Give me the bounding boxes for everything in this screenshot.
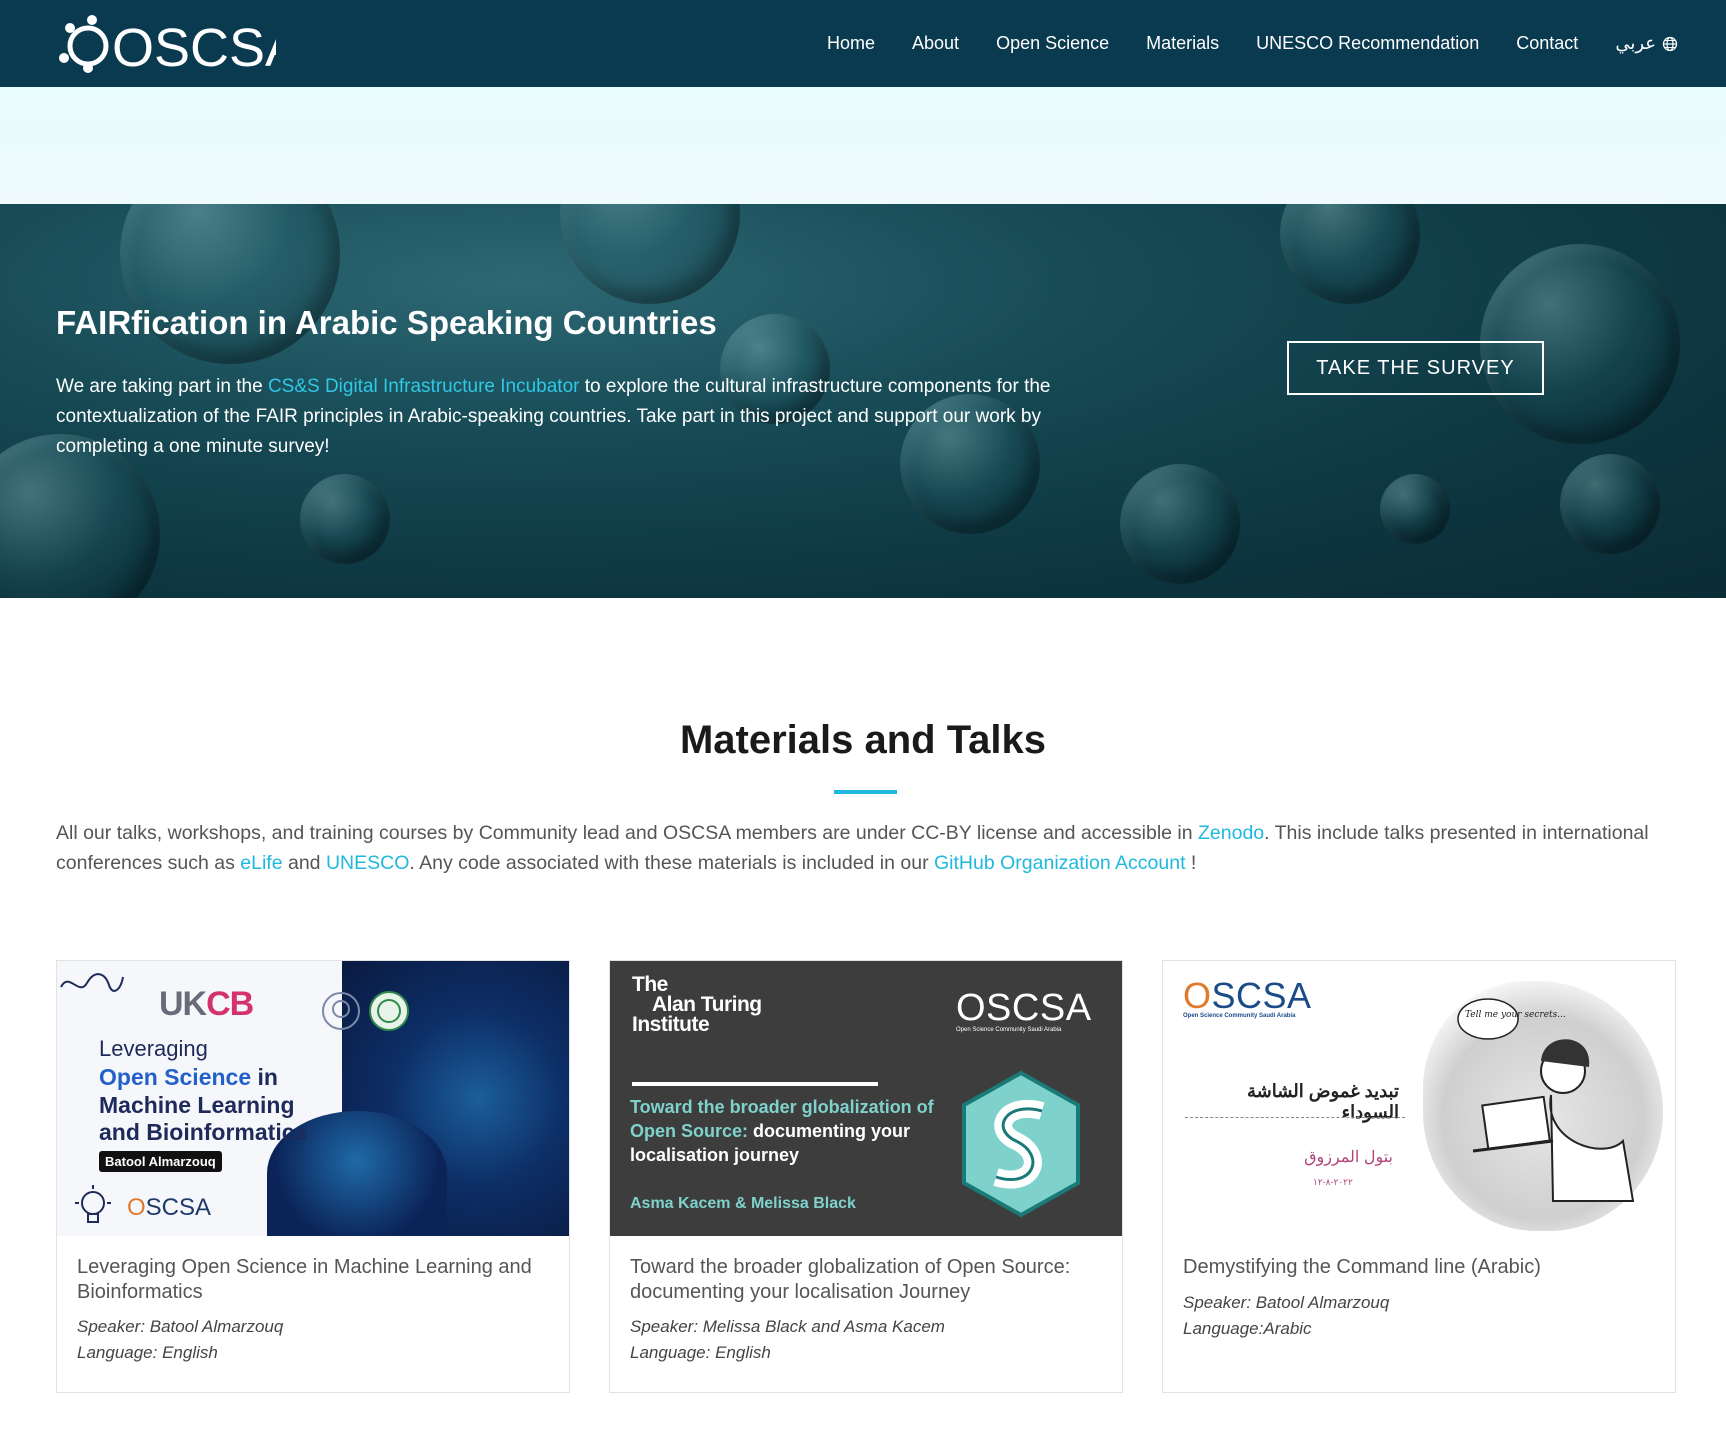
talk-card[interactable]: UKCB Leveraging Open Science in Machine … (56, 960, 570, 1393)
turing-line-1: The (632, 973, 668, 996)
lightbulb-icon (75, 1185, 111, 1223)
turing-line-3: Institute (632, 1013, 710, 1036)
arabic-date: ٢٠٢٢-٨-١٢ (1313, 1177, 1353, 1187)
materials-text-4: . Any code associated with these materia… (409, 852, 935, 874)
talk-title[interactable]: Demystifying the Command line (Arabic) (1183, 1255, 1653, 1280)
person-laptop-icon: Tell me your secrets... (1457, 998, 1635, 1202)
thumb-talk-title: Toward the broader globalization of Open… (630, 1095, 940, 1167)
conference-name: UK (159, 985, 207, 1023)
talk-speaker: Speaker: Batool Almarzouq (77, 1317, 284, 1336)
thumb-line-1: Leveraging (99, 1036, 208, 1061)
partner-logos-icon (322, 991, 409, 1031)
mini-logo-rest: SCSA (145, 1194, 212, 1221)
oscsa-logo-text: OSCSA (956, 987, 1092, 1029)
thumb-line-4: and Bioinformatics (99, 1119, 308, 1145)
hero-bubble-decor (560, 204, 740, 304)
take-survey-button[interactable]: TAKE THE SURVEY (1287, 341, 1544, 395)
squiggle-icon (60, 973, 124, 992)
oscsa-mini-logo: OSCSA (127, 1194, 211, 1222)
oscsa-logo-subtitle: Open Science Community Saudi Arabia (956, 1027, 1062, 1033)
hero-bubble-decor (1280, 204, 1420, 304)
oscsa-logo-subtitle: Open Science Community Saudi Arabia (1183, 1013, 1296, 1019)
materials-text-1: All our talks, workshops, and training c… (56, 822, 1199, 844)
talk-speaker: Speaker: Melissa Black and Asma Kacem (630, 1317, 945, 1336)
arabic-speaker: بتول المرزوق (1304, 1149, 1393, 1166)
talk-language: Language: English (630, 1343, 771, 1362)
talk-thumbnail[interactable]: UKCB Leveraging Open Science in Machine … (57, 961, 569, 1236)
turing-way-badge-icon (962, 1070, 1080, 1218)
hero-bubble-decor (1380, 474, 1450, 544)
thumb-accent: Open Science (99, 1064, 252, 1090)
nav-contact[interactable]: Contact (1516, 33, 1578, 54)
main-menu: Home About Open Science Materials UNESCO… (790, 0, 1678, 87)
hero-bubble-decor (1560, 454, 1660, 554)
hero-bubble-decor (300, 474, 390, 564)
hero-title: FAIRfication in Arabic Speaking Countrie… (56, 304, 717, 341)
hero-description: We are taking part in the CS&S Digital I… (56, 372, 1116, 462)
talk-speaker: Speaker: Batool Almarzouq (1183, 1293, 1390, 1312)
hero-bubble-decor (1120, 464, 1240, 584)
talk-thumbnail[interactable]: The Alan Turing Institute OSCSA Open Sci… (610, 961, 1122, 1236)
dotted-line (1185, 1117, 1405, 1118)
light-banner (0, 87, 1726, 204)
top-navbar: OSCSA Home About Open Science Materials … (0, 0, 1726, 87)
materials-text-3: and (282, 852, 326, 874)
speech-bubble-text: Tell me your secrets... (1465, 1010, 1566, 1020)
logo-text: OSCSA (112, 18, 276, 76)
nav-about[interactable]: About (912, 33, 959, 54)
talk-card[interactable]: OSCSA Open Science Community Saudi Arabi… (1162, 960, 1676, 1393)
logo-o: O (1183, 975, 1212, 1016)
materials-heading: Materials and Talks (679, 718, 1047, 762)
conference-accent: CB (206, 985, 254, 1023)
conference-logo: UKCB (159, 985, 254, 1024)
talk-title[interactable]: Leveraging Open Science in Machine Learn… (77, 1255, 547, 1305)
language-label: عربي (1615, 33, 1656, 53)
nav-home[interactable]: Home (827, 33, 875, 54)
talk-language: Language: English (77, 1343, 218, 1362)
language-switcher[interactable]: عربي (1615, 33, 1678, 54)
site-logo[interactable]: OSCSA (56, 10, 276, 76)
nav-unesco-recommendation[interactable]: UNESCO Recommendation (1256, 33, 1479, 54)
talk-language: Language:Arabic (1183, 1319, 1312, 1338)
thumb-line-3: Machine Learning (99, 1092, 295, 1118)
incubator-link[interactable]: CS&S Digital Infrastructure Incubator (268, 376, 580, 397)
globe-icon (1662, 36, 1678, 51)
nav-open-science[interactable]: Open Science (996, 33, 1109, 54)
turing-institute-logo: The Alan Turing Institute (632, 973, 762, 1036)
nav-materials[interactable]: Materials (1146, 33, 1219, 54)
oscsa-logo-icon: OSCSA (59, 15, 276, 76)
thumb-line-2: Open Science in (99, 1064, 278, 1091)
turing-line-2: Alan Turing (652, 993, 762, 1016)
logo-rest: SCSA (1211, 975, 1312, 1016)
heading-underline (834, 790, 897, 794)
oscsa-logo: OSCSA (1183, 975, 1312, 1017)
zenodo-link[interactable]: Zenodo (1198, 822, 1264, 844)
thumb-authors: Asma Kacem & Melissa Black (630, 1195, 856, 1212)
materials-description: All our talks, workshops, and training c… (56, 818, 1676, 878)
speaker-tag: Batool Almarzouq (99, 1151, 222, 1172)
talk-thumbnail[interactable]: OSCSA Open Science Community Saudi Arabi… (1163, 961, 1675, 1236)
github-link[interactable]: GitHub Organization Account (934, 852, 1185, 874)
mini-logo-o: O (127, 1194, 146, 1221)
hero-text-before: We are taking part in the (56, 376, 268, 397)
materials-text-5: ! (1185, 852, 1197, 874)
divider (632, 1082, 878, 1086)
thumb-line-2-rest: in (251, 1064, 278, 1090)
elife-link[interactable]: eLife (240, 852, 282, 874)
talk-title[interactable]: Toward the broader globalization of Open… (630, 1255, 1100, 1305)
unesco-link[interactable]: UNESCO (326, 852, 409, 874)
talk-card[interactable]: The Alan Turing Institute OSCSA Open Sci… (609, 960, 1123, 1393)
hero-section: FAIRfication in Arabic Speaking Countrie… (0, 204, 1726, 598)
